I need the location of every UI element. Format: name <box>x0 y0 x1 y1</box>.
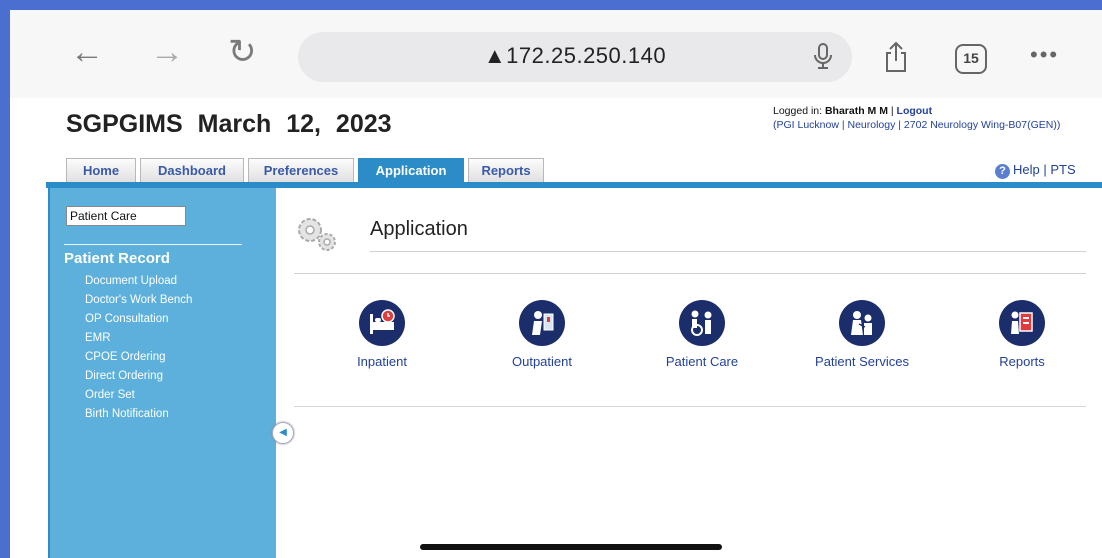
site-name: SGPGIMS <box>66 110 183 138</box>
doctor-patient-icon <box>839 300 885 346</box>
module-label: Patient Care <box>665 354 739 369</box>
module-reports[interactable]: Reports <box>952 300 1092 369</box>
report-person-icon <box>999 300 1045 346</box>
main-content: Application Inpatient Outpatient Patient… <box>276 188 1102 558</box>
module-label: Patient Services <box>815 354 909 369</box>
sidebar-item-direct-ordering[interactable]: Direct Ordering <box>85 367 192 386</box>
home-indicator <box>420 544 722 550</box>
module-select[interactable]: Patient Care <box>66 206 186 226</box>
module-label: Reports <box>999 354 1045 369</box>
title-divider <box>370 251 1086 252</box>
module-outpatient[interactable]: Outpatient <box>472 300 612 369</box>
forward-arrow-icon[interactable]: → <box>150 32 184 72</box>
header-divider <box>294 273 1086 274</box>
sidebar-item-cpoe-ordering[interactable]: CPOE Ordering <box>85 348 192 367</box>
sidebar-item-emr[interactable]: EMR <box>85 329 192 348</box>
screen: ← → ↻ ▲172.25.250.140 15 ••• SGPGIMS Mar… <box>10 10 1102 558</box>
doctor-consult-icon <box>519 300 565 346</box>
help-area: ? Help | PTS <box>995 162 1076 179</box>
sidebar: Patient Care Patient Record Document Upl… <box>48 188 276 558</box>
current-date: March 12, 2023 <box>197 110 392 138</box>
tab-dashboard[interactable]: Dashboard <box>140 158 244 184</box>
gears-icon <box>294 214 340 259</box>
help-separator: | <box>1043 162 1047 177</box>
logged-in-label: Logged in: <box>773 105 825 117</box>
sidebar-menu: Document Upload Doctor's Work Bench OP C… <box>85 272 192 424</box>
user-location: (PGI Lucknow | Neurology | 2702 Neurolog… <box>773 119 1061 131</box>
module-inpatient[interactable]: Inpatient <box>312 300 452 369</box>
help-link[interactable]: Help <box>1013 162 1040 177</box>
tab-count-button[interactable]: 15 <box>955 44 987 74</box>
hospital-bed-icon <box>359 300 405 346</box>
module-label: Outpatient <box>512 354 572 369</box>
address-bar[interactable]: ▲172.25.250.140 <box>298 32 852 82</box>
tab-reports[interactable]: Reports <box>468 158 544 184</box>
tab-home[interactable]: Home <box>66 158 136 184</box>
reload-icon[interactable]: ↻ <box>228 32 257 72</box>
login-info: Logged in: Bharath M M | Logout (PGI Luc… <box>773 105 1061 131</box>
module-label: Inpatient <box>357 354 407 369</box>
pts-link[interactable]: PTS <box>1050 162 1075 177</box>
sidebar-item-document-upload[interactable]: Document Upload <box>85 272 192 291</box>
back-arrow-icon[interactable]: ← <box>70 32 104 72</box>
section-title: Application <box>370 218 468 240</box>
user-name: Bharath M M <box>824 105 888 117</box>
modules-divider <box>294 406 1086 407</box>
share-icon[interactable] <box>884 41 908 78</box>
sidebar-item-op-consultation[interactable]: OP Consultation <box>85 310 192 329</box>
sidebar-item-doctors-work-bench[interactable]: Doctor's Work Bench <box>85 291 192 310</box>
logout-link[interactable]: Logout <box>897 105 933 117</box>
help-icon[interactable]: ? <box>995 164 1010 179</box>
tab-application[interactable]: Application <box>358 158 464 184</box>
wheelchair-icon <box>679 300 725 346</box>
page-title: SGPGIMS March 12, 2023 <box>66 110 392 139</box>
module-patient-care[interactable]: Patient Care <box>632 300 772 369</box>
tab-preferences[interactable]: Preferences <box>248 158 354 184</box>
sidebar-item-order-set[interactable]: Order Set <box>85 386 192 405</box>
module-patient-services[interactable]: Patient Services <box>792 300 932 369</box>
microphone-icon[interactable] <box>813 43 833 76</box>
more-icon[interactable]: ••• <box>1030 42 1059 68</box>
url-text: ▲172.25.250.140 <box>483 43 667 68</box>
browser-toolbar: ← → ↻ ▲172.25.250.140 15 ••• <box>10 10 1102 98</box>
collapse-sidebar-icon[interactable]: ◀ <box>272 422 294 444</box>
sidebar-item-birth-notification[interactable]: Birth Notification <box>85 405 192 424</box>
sidebar-divider <box>64 244 242 245</box>
sidebar-heading: Patient Record <box>64 250 170 267</box>
